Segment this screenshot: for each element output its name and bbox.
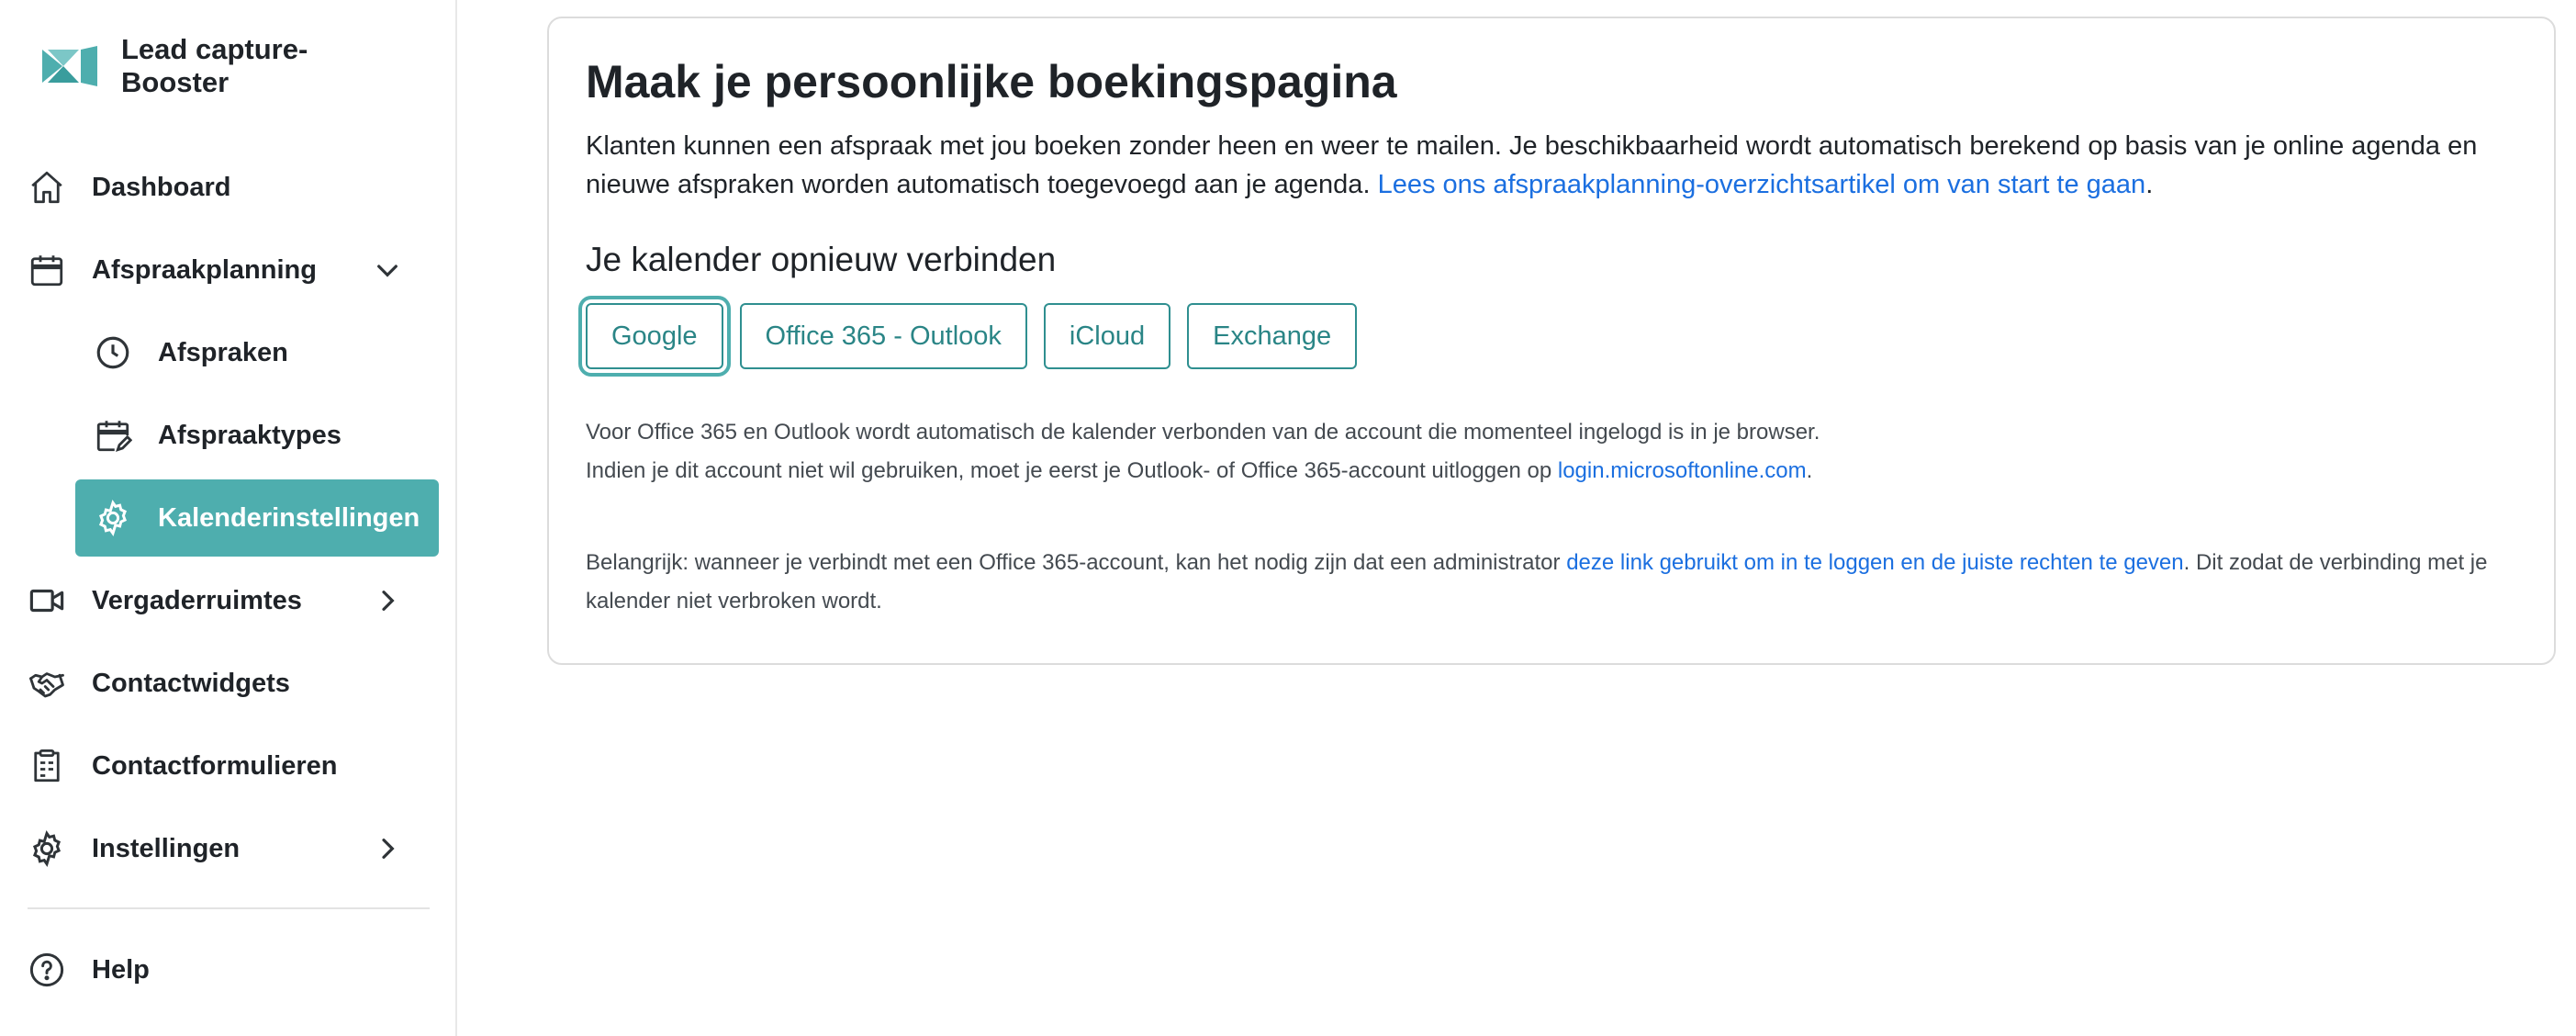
intro-end: .: [2145, 170, 2154, 199]
page-title: Maak je persoonlijke boekingspagina: [586, 56, 1397, 107]
sidebar-item-afspraakplanning[interactable]: Afspraakplanning: [26, 231, 439, 309]
office365-note: Voor Office 365 en Outlook wordt automat…: [586, 413, 2532, 490]
office365-outlook-button[interactable]: Office 365 - Outlook: [739, 303, 1027, 369]
sidebar-item-label: Afspraakplanning: [92, 254, 317, 285]
sidebar: Lead capture-Booster Dashboard Afspraakp…: [0, 0, 457, 1036]
icloud-button[interactable]: iCloud: [1043, 303, 1171, 369]
clock-icon: [92, 332, 134, 374]
chevron-right-icon: [382, 839, 395, 859]
sidebar-item-kalenderinstellingen[interactable]: Kalenderinstellingen: [75, 479, 439, 557]
help-icon: [26, 949, 68, 991]
admin-note: Belangrijk: wanneer je verbindt met een …: [586, 544, 2532, 621]
video-icon: [26, 580, 68, 622]
admin-permissions-link[interactable]: deze link gebruikt om in te loggen en de…: [1566, 550, 2183, 575]
microsoft-login-link[interactable]: login.microsoftonline.com: [1558, 458, 1807, 483]
sidebar-item-label: Vergaderruimtes: [92, 585, 302, 615]
exchange-button[interactable]: Exchange: [1187, 303, 1358, 369]
sidebar-item-label: Instellingen: [92, 833, 241, 863]
calendar-provider-buttons: Google Office 365 - Outlook iCloud Excha…: [586, 303, 1373, 369]
calendar-edit-icon: [92, 414, 134, 456]
calendar-icon: [26, 249, 68, 291]
chevron-down-icon: [377, 265, 398, 277]
sidebar-divider: [28, 907, 430, 909]
sidebar-item-label: Afspraaktypes: [158, 420, 342, 450]
sidebar-item-contactformulieren[interactable]: Contactformulieren: [26, 727, 439, 805]
home-icon: [26, 166, 68, 208]
gear-icon: [92, 497, 134, 539]
sidebar-item-afspraken[interactable]: Afspraken: [75, 314, 439, 391]
sidebar-item-instellingen[interactable]: Instellingen: [26, 810, 439, 887]
sidebar-item-afspraaktypes[interactable]: Afspraaktypes: [75, 397, 439, 474]
logo-icon: [42, 46, 97, 86]
sidebar-item-label: Help: [92, 954, 150, 985]
sidebar-item-vergaderruimtes[interactable]: Vergaderruimtes: [26, 562, 439, 639]
handshake-icon: [26, 662, 68, 704]
brand[interactable]: Lead capture-Booster: [42, 33, 360, 99]
reconnect-calendar-heading: Je kalender opnieuw verbinden: [586, 241, 1057, 278]
sidebar-item-label: Kalenderinstellingen: [158, 502, 420, 533]
chevron-right-icon: [382, 591, 395, 611]
booking-page-card: Maak je persoonlijke boekingspagina Klan…: [547, 17, 2556, 665]
clipboard-icon: [26, 745, 68, 787]
google-button[interactable]: Google: [586, 303, 723, 369]
sidebar-item-label: Afspraken: [158, 337, 288, 367]
sidebar-item-help[interactable]: Help: [26, 931, 439, 1008]
overview-article-link[interactable]: Lees ons afspraakplanning-overzichtsarti…: [1378, 170, 2146, 199]
gear-icon: [26, 828, 68, 870]
note-line-2: Indien je dit account niet wil gebruiken…: [586, 458, 1558, 483]
sidebar-item-label: Contactformulieren: [92, 750, 338, 781]
intro-text: Klanten kunnen een afspraak met jou boek…: [586, 127, 2532, 204]
admin-note-start: Belangrijk: wanneer je verbindt met een …: [586, 550, 1567, 575]
sidebar-item-label: Dashboard: [92, 172, 231, 202]
sidebar-item-dashboard[interactable]: Dashboard: [26, 149, 439, 226]
sidebar-item-label: Contactwidgets: [92, 668, 290, 698]
app-name: Lead capture-Booster: [121, 33, 308, 98]
sidebar-item-contactwidgets[interactable]: Contactwidgets: [26, 645, 439, 722]
note-end: .: [1806, 458, 1813, 483]
note-line-1: Voor Office 365 en Outlook wordt automat…: [586, 420, 1820, 445]
